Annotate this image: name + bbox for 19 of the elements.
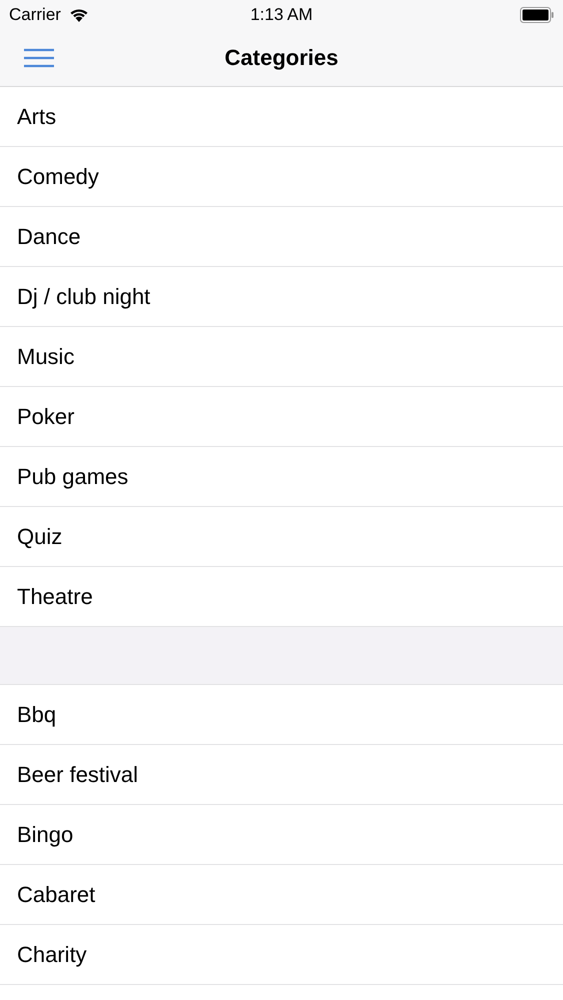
carrier-name: Carrier (9, 4, 61, 24)
category-item[interactable]: Dance (0, 207, 563, 267)
category-item[interactable]: Comedy (0, 147, 563, 207)
category-item[interactable]: Bbq (0, 685, 563, 745)
menu-icon (24, 48, 54, 68)
category-item[interactable]: Music (0, 327, 563, 387)
screen-title: Categories (224, 44, 338, 70)
category-item[interactable]: Cabaret (0, 865, 563, 925)
category-item[interactable]: Poker (0, 387, 563, 447)
wifi-icon (68, 7, 89, 22)
category-item[interactable]: Pub games (0, 447, 563, 507)
category-item[interactable]: Arts (0, 87, 563, 147)
category-item[interactable]: Charity (0, 925, 563, 985)
category-item[interactable]: Quiz (0, 507, 563, 567)
category-item[interactable]: Bingo (0, 805, 563, 865)
battery-icon (520, 6, 554, 22)
status-time: 1:13 AM (250, 4, 313, 24)
category-item[interactable]: Beer festival (0, 745, 563, 805)
category-item[interactable]: Dj / club night (0, 267, 563, 327)
